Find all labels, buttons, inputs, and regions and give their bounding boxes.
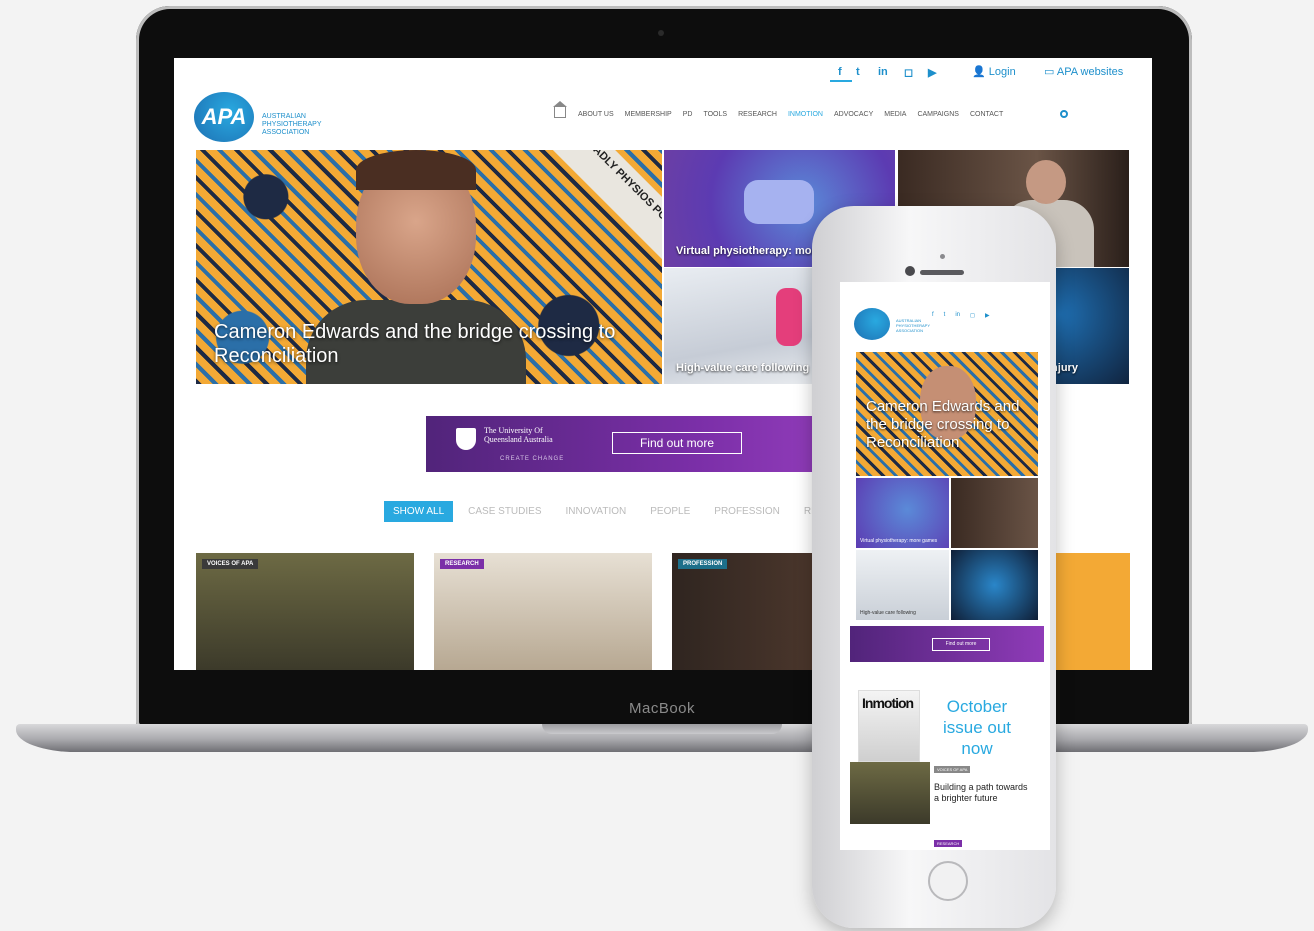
login-label: Login — [988, 66, 1016, 78]
filter-show-all[interactable]: Show all — [384, 501, 454, 522]
instagram-icon[interactable]: ◻ — [970, 312, 975, 319]
magazine-cover[interactable]: Inmotion — [858, 690, 920, 762]
phone-home-button[interactable] — [928, 861, 968, 901]
card-tag: Profession — [678, 559, 728, 569]
card-tag: Voices of APA — [202, 559, 259, 569]
nav-item-contact[interactable]: Contact — [970, 111, 1003, 118]
apa-websites-link[interactable]: ▭ APA websites — [1044, 65, 1123, 78]
magazine-promo[interactable]: October issue out now — [932, 696, 1022, 759]
youtube-icon[interactable]: ▶ — [928, 66, 936, 79]
phone-hero-title: Cameron Edwards and the bridge crossing … — [866, 398, 1020, 451]
nav-item-campaigns[interactable]: Campaigns — [917, 111, 959, 118]
find-out-more-button[interactable]: Find out more — [612, 432, 742, 454]
device-mockup: f t in ◻ ▶ 👤 Login ▭ APA websites APA Au… — [0, 0, 1314, 931]
facebook-icon[interactable]: f — [838, 66, 842, 78]
laptop-camera — [658, 30, 664, 36]
linkedin-icon[interactable]: in — [955, 312, 960, 319]
nav-item-media[interactable]: Media — [884, 111, 906, 118]
active-social-underline — [830, 80, 852, 82]
linkedin-icon[interactable]: in — [878, 66, 888, 78]
phone-hero[interactable]: Cameron Edwards and the bridge crossing … — [856, 352, 1038, 476]
tile-caption: Virtual physiotherapy: more games — [860, 538, 938, 544]
phone-tile[interactable] — [951, 550, 1038, 620]
nav-item-inmotion[interactable]: InMotion — [788, 111, 823, 118]
card-tag: Voices of APA — [934, 766, 971, 773]
magazine-title: Inmotion — [862, 695, 914, 711]
hero-title[interactable]: Cameron Edwards and the bridge crossing … — [214, 320, 634, 368]
laptop-brand-label: MacBook — [628, 700, 696, 717]
phone-uq-banner[interactable]: Find out more — [850, 626, 1044, 662]
research-tag: Research — [934, 840, 963, 847]
phone-speaker — [920, 270, 964, 275]
search-icon[interactable] — [1060, 110, 1068, 118]
logo-text: Australian Physiotherapy Association — [896, 318, 930, 333]
logo-text: Australian Physiotherapy Association — [262, 113, 322, 136]
phone-card-title[interactable]: Building a path towards a brighter futur… — [934, 782, 1030, 804]
apa-logo[interactable] — [854, 308, 890, 340]
filter-profession[interactable]: Profession — [705, 501, 789, 522]
nav-item-research[interactable]: Research — [738, 111, 777, 118]
phone-tile[interactable]: High-value care following — [856, 550, 949, 620]
user-icon: 👤 — [972, 66, 986, 78]
tile-caption: High-value care following — [860, 610, 916, 616]
login-link[interactable]: 👤 Login — [972, 65, 1016, 78]
twitter-icon[interactable]: t — [944, 312, 946, 319]
older-man-head — [1026, 160, 1066, 204]
chat-icon: ▭ — [1044, 66, 1055, 78]
youtube-icon[interactable]: ▶ — [985, 312, 990, 319]
filter-people[interactable]: People — [641, 501, 700, 522]
card-tag: Research — [440, 559, 484, 569]
facebook-icon[interactable]: f — [932, 312, 934, 319]
article-card[interactable]: Voices of APA — [196, 553, 414, 670]
nav-item-membership[interactable]: Membership — [625, 111, 672, 118]
phone-screen: Australian Physiotherapy Association f t… — [840, 282, 1050, 850]
tile-caption: injury — [1048, 362, 1078, 374]
find-out-more-button[interactable]: Find out more — [932, 638, 990, 651]
nav-item-tools[interactable]: Tools — [703, 111, 727, 118]
article-card[interactable]: Research — [434, 553, 652, 670]
phone-tile[interactable] — [951, 478, 1038, 548]
apa-logo[interactable]: APA — [194, 92, 254, 142]
hero-feature[interactable]: THE DEADLY PHYSIOS PODCAST SHOW Cameron … — [196, 150, 662, 384]
phone-camera — [905, 266, 915, 276]
uq-tagline: CREATE CHANGE — [500, 456, 565, 462]
uq-name: The University Of Queensland Australia — [484, 426, 553, 444]
phone-social-icons: f t in ◻ ▶ — [932, 312, 990, 319]
filter-innovation[interactable]: Innovation — [556, 501, 636, 522]
phone-sensor — [940, 254, 945, 259]
skier-image — [776, 288, 802, 346]
main-nav: About us Membership PD Tools Research In… — [578, 111, 1003, 118]
laptop-notch — [542, 724, 782, 734]
instagram-icon[interactable]: ◻ — [904, 66, 913, 79]
hero-person-hair — [356, 150, 476, 190]
apa-websites-label: APA websites — [1056, 66, 1124, 78]
article-card[interactable] — [1044, 553, 1130, 670]
twitter-icon[interactable]: t — [856, 66, 860, 78]
nav-item-advocacy[interactable]: Advocacy — [834, 111, 873, 118]
filter-case-studies[interactable]: Case studies — [459, 501, 551, 522]
phone-card-image[interactable] — [850, 762, 930, 824]
nav-item-pd[interactable]: PD — [683, 111, 693, 118]
home-icon[interactable] — [553, 101, 567, 118]
phone-tile[interactable]: Virtual physiotherapy: more games — [856, 478, 949, 548]
category-filters: Show all Case studies Innovation People … — [384, 501, 841, 522]
nav-item-about-us[interactable]: About us — [578, 111, 614, 118]
uq-crest-icon — [456, 428, 476, 450]
vr-headset-image — [744, 180, 814, 224]
uq-ad-banner[interactable]: The University Of Queensland Australia C… — [426, 416, 816, 472]
